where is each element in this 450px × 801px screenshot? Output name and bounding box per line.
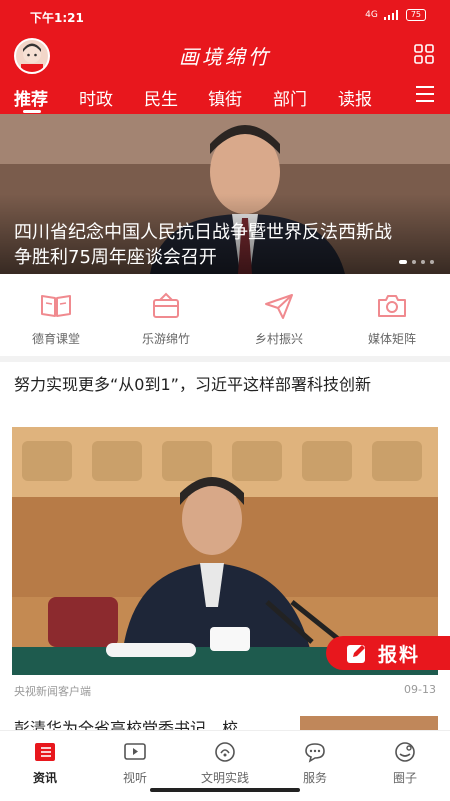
app-header: 下午1:21 4G 75 画境绵竹 推荐 时政 民生 镇街 部门 读报 xyxy=(0,0,450,114)
news-icon xyxy=(35,743,55,761)
banner-title[interactable]: 四川省纪念中国人民抗日战争暨世界反法西斯战争胜利75周年座谈会召开 xyxy=(14,220,394,270)
travel-icon xyxy=(153,292,179,318)
nav-service[interactable]: 服务 xyxy=(270,737,360,787)
tab-towns[interactable]: 镇街 xyxy=(208,85,242,110)
home-indicator xyxy=(150,788,300,792)
nav-label: 服务 xyxy=(302,771,327,785)
book-icon xyxy=(41,295,71,317)
article-title[interactable]: 努力实现更多“从0到1”，习近平这样部署科技创新 xyxy=(14,372,434,397)
edit-icon xyxy=(347,645,365,663)
carousel-indicator xyxy=(399,260,434,264)
grid-menu-icon[interactable] xyxy=(414,44,434,64)
practice-icon xyxy=(215,742,235,762)
quick-nav-media[interactable]: 媒体矩阵 xyxy=(336,278,448,354)
nav-video[interactable]: 视听 xyxy=(90,737,180,787)
nav-label: 视听 xyxy=(122,771,147,785)
report-button-label: 报料 xyxy=(378,643,421,666)
tab-departments[interactable]: 部门 xyxy=(273,85,307,110)
nav-label: 圈子 xyxy=(392,771,417,785)
report-button[interactable]: 报料 xyxy=(326,636,450,670)
status-icons: 4G 75 xyxy=(365,9,426,21)
next-article-thumbnail[interactable] xyxy=(300,716,438,730)
tab-livelihood[interactable]: 民生 xyxy=(144,85,178,110)
video-icon xyxy=(124,743,146,760)
circle-icon xyxy=(395,742,415,762)
hamburger-menu-icon[interactable] xyxy=(416,86,434,102)
nav-circle[interactable]: 圈子 xyxy=(360,737,450,787)
tab-recommend[interactable]: 推荐 xyxy=(14,85,48,110)
quick-nav-label: 媒体矩阵 xyxy=(367,332,416,346)
nav-label: 文明实践 xyxy=(200,771,249,785)
article-meta: 央视新闻客户端 09-13 xyxy=(14,683,436,699)
quick-nav-moral-class[interactable]: 德育课堂 xyxy=(0,278,112,354)
status-time: 下午1:21 xyxy=(30,11,84,25)
app-bar: 画境绵竹 xyxy=(0,32,450,76)
quick-nav-label: 乡村振兴 xyxy=(254,332,303,346)
tab-politics[interactable]: 时政 xyxy=(79,85,113,110)
quick-nav-label: 德育课堂 xyxy=(31,332,80,346)
category-tabs: 推荐 时政 民生 镇街 部门 读报 xyxy=(0,76,450,114)
paper-plane-icon xyxy=(265,294,293,319)
nav-news[interactable]: 资讯 xyxy=(0,737,90,787)
active-tab-indicator xyxy=(23,110,41,113)
nav-label: 资讯 xyxy=(32,771,57,785)
tab-newspaper[interactable]: 读报 xyxy=(338,85,372,110)
quick-nav: 德育课堂 乐游绵竹 乡村振兴 媒体矩阵 xyxy=(0,278,450,354)
app-title: 画境绵竹 xyxy=(179,45,271,69)
camera-icon xyxy=(378,295,406,317)
article-source: 央视新闻客户端 xyxy=(14,685,91,698)
network-indicator: 4G xyxy=(365,10,378,20)
banner-carousel[interactable]: 四川省纪念中国人民抗日战争暨世界反法西斯战争胜利75周年座谈会召开 xyxy=(0,114,450,274)
next-article-title[interactable]: 彭清华为全省高校党委书记、校 xyxy=(14,716,294,730)
battery-indicator: 75 xyxy=(405,9,426,21)
quick-nav-label: 乐游绵竹 xyxy=(141,332,190,346)
status-bar: 下午1:21 4G 75 xyxy=(0,0,450,32)
nav-practice[interactable]: 文明实践 xyxy=(180,737,270,787)
service-icon xyxy=(305,743,325,763)
signal-icon xyxy=(383,10,398,20)
quick-nav-rural[interactable]: 乡村振兴 xyxy=(223,278,335,354)
article-date: 09-13 xyxy=(404,683,436,696)
quick-nav-travel[interactable]: 乐游绵竹 xyxy=(110,278,222,354)
